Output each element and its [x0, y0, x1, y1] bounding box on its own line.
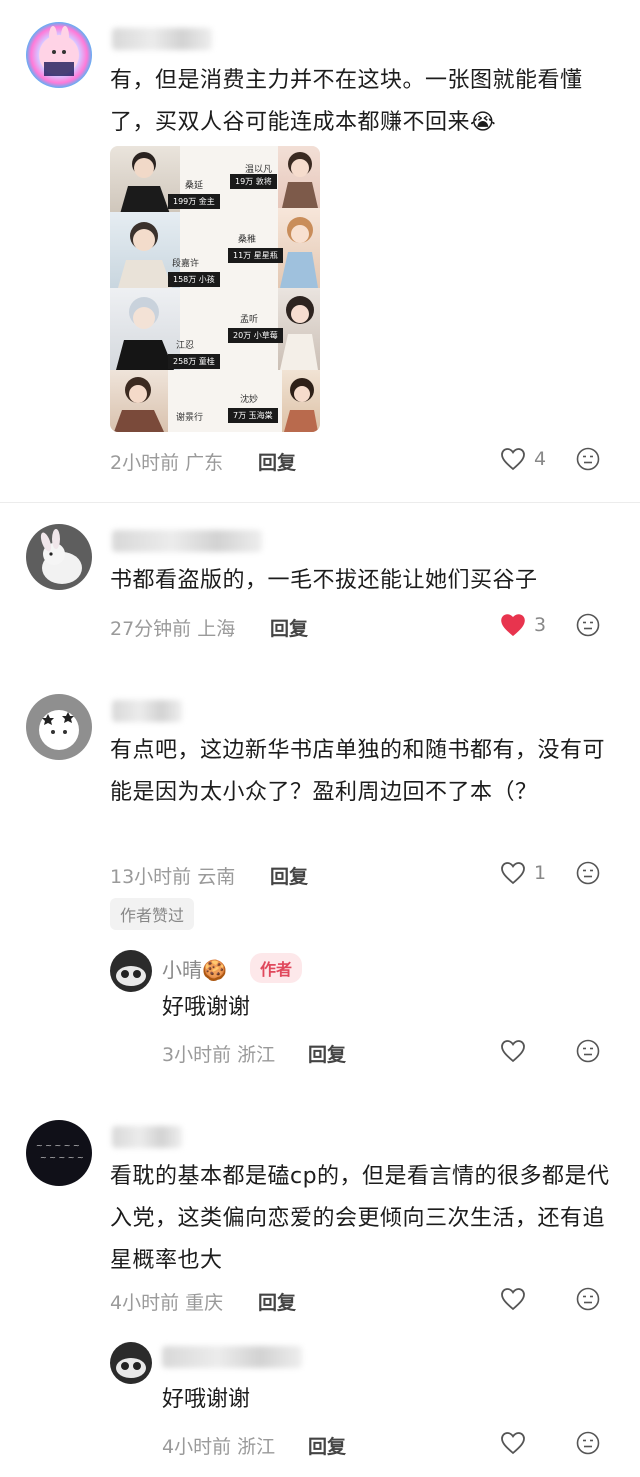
poster-character-name: 桑延 [185, 181, 204, 191]
reply-text: 好哦谢谢 [162, 995, 251, 1020]
poster-fan-count: 20万 小草莓 [228, 328, 283, 343]
poster-fan-count: 258万 童桂 [168, 354, 220, 369]
reply-button[interactable]: 回复 [308, 1432, 346, 1459]
heart-filled-icon [500, 613, 526, 637]
avatar[interactable] [26, 22, 92, 88]
heart-outline-icon[interactable] [500, 1287, 526, 1311]
username-blurred[interactable] [112, 28, 212, 50]
dislike-face-icon[interactable] [576, 861, 600, 885]
like-button[interactable]: 3 [500, 613, 546, 637]
reply-button[interactable]: 回复 [258, 448, 296, 475]
like-count: 4 [534, 448, 547, 470]
comment-text: 有，但是消费主力并不在这块。一张图就能看懂了，买双人谷可能连成本都赚不回来😭 [110, 68, 583, 135]
username-blurred[interactable] [112, 700, 182, 722]
reply-text: 好哦谢谢 [162, 1387, 251, 1412]
comment-meta: 13小时前 云南 [110, 866, 236, 888]
comment-text: 书都看盗版的，一毛不拔还能让她们买谷子 [110, 568, 538, 593]
dislike-face-icon[interactable] [576, 1287, 600, 1311]
character-poster-image[interactable]: 桑延 199万 金主 温以凡 19万 敦将 段嘉许 158万 小孩 桑稚 11万… [110, 146, 320, 432]
author-tag: 作者 [250, 953, 303, 983]
comment-meta: 4小时前 重庆 [110, 1292, 224, 1314]
reply-meta: 4小时前 浙江 [162, 1436, 276, 1458]
poster-character-name: 江忍 [176, 341, 195, 351]
dislike-face-icon[interactable] [576, 1039, 600, 1063]
poster-fan-count: 158万 小孩 [168, 272, 220, 287]
dislike-face-icon[interactable] [576, 1431, 600, 1455]
svg-text:~ ~ ~ ~ ~: ~ ~ ~ ~ ~ [36, 1141, 80, 1150]
divider [0, 502, 640, 503]
reply-button[interactable]: 回复 [308, 1040, 346, 1067]
comment-text: 有点吧，这边新华书店单独的和随书都有，没有可能是因为太小众了？盈利周边回不了本（… [110, 738, 606, 805]
comment-meta: 27分钟前 上海 [110, 618, 236, 640]
like-count: 1 [534, 862, 547, 884]
heart-outline-icon[interactable] [500, 1039, 526, 1063]
crying-emoji-icon: 😭 [470, 110, 497, 135]
poster-fan-count: 19万 敦将 [230, 174, 277, 189]
reply-button[interactable]: 回复 [270, 862, 308, 889]
poster-character-name: 沈妙 [240, 395, 259, 405]
heart-outline-icon [500, 861, 526, 885]
heart-outline-icon[interactable] [500, 1431, 526, 1455]
avatar[interactable] [110, 1342, 152, 1384]
poster-character-name: 桑稚 [238, 235, 257, 245]
reply-button[interactable]: 回复 [258, 1288, 296, 1315]
author-liked-badge: 作者赞过 [110, 898, 195, 930]
like-count: 3 [534, 614, 547, 636]
comment-meta: 2小时前 广东 [110, 452, 224, 474]
avatar[interactable]: ~ ~ ~ ~ ~ ~ ~ ~ ~ ~ [26, 1120, 92, 1186]
poster-character-name: 谢景行 [176, 413, 204, 423]
reply-username-blurred[interactable] [162, 1346, 302, 1368]
reply-button[interactable]: 回复 [270, 614, 308, 641]
svg-text:~ ~ ~ ~ ~: ~ ~ ~ ~ ~ [40, 1153, 84, 1162]
comment-text: 看耽的基本都是磕cp的，但是看言情的很多都是代入党，这类偏向恋爱的会更倾向三次生… [110, 1164, 610, 1273]
dislike-face-icon[interactable] [576, 447, 600, 471]
like-button[interactable]: 1 [500, 861, 546, 885]
heart-outline-icon [500, 447, 526, 471]
poster-fan-count: 199万 金主 [168, 194, 220, 209]
username-blurred[interactable] [112, 1126, 182, 1148]
avatar[interactable] [26, 694, 92, 760]
dislike-face-icon[interactable] [576, 613, 600, 637]
poster-character-name: 孟听 [240, 315, 259, 325]
poster-character-name: 段嘉许 [172, 259, 200, 269]
avatar[interactable] [110, 950, 152, 992]
username-blurred[interactable] [112, 530, 262, 552]
reply-username[interactable]: 小晴🍪 [162, 954, 227, 983]
reply-meta: 3小时前 浙江 [162, 1044, 276, 1066]
like-button[interactable]: 4 [500, 447, 546, 471]
poster-fan-count: 7万 玉海棠 [228, 408, 278, 423]
poster-fan-count: 11万 星星瓶 [228, 248, 283, 263]
avatar[interactable] [26, 524, 92, 590]
